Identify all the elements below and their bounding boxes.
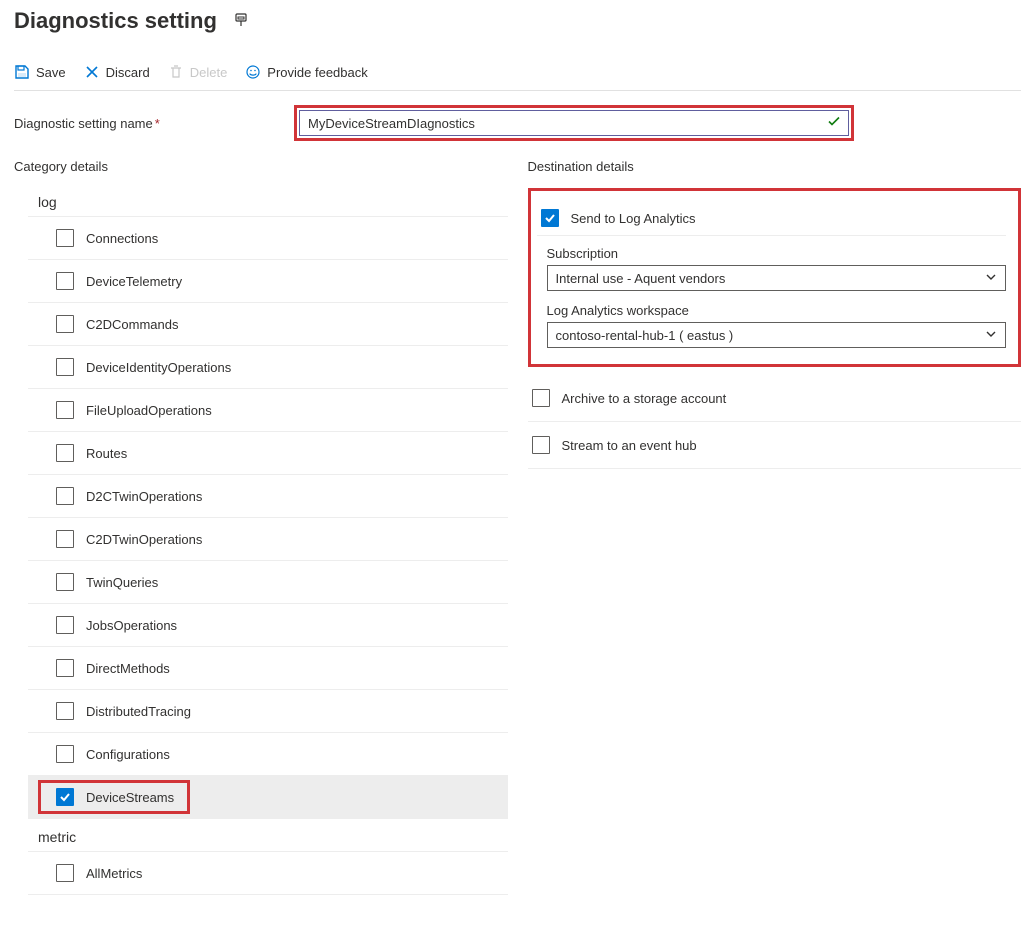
log-item-checkbox[interactable] bbox=[56, 530, 74, 548]
log-analytics-label: Send to Log Analytics bbox=[571, 211, 696, 226]
log-item-label: FileUploadOperations bbox=[86, 403, 212, 418]
log-item-row: Connections bbox=[28, 217, 508, 260]
log-item-checkbox[interactable] bbox=[56, 573, 74, 591]
log-item-row: Configurations bbox=[28, 733, 508, 776]
log-item-row: DistributedTracing bbox=[28, 690, 508, 733]
chevron-down-icon bbox=[985, 328, 997, 343]
log-analytics-highlight: Send to Log Analytics Subscription Inter… bbox=[528, 188, 1022, 367]
discard-label: Discard bbox=[106, 65, 150, 80]
save-label: Save bbox=[36, 65, 66, 80]
metric-group-header: metric bbox=[28, 823, 508, 852]
log-item-label: C2DCommands bbox=[86, 317, 178, 332]
log-item-checkbox[interactable] bbox=[56, 315, 74, 333]
log-item-row: DeviceStreams bbox=[28, 776, 508, 819]
metric-item-label: AllMetrics bbox=[86, 866, 142, 881]
log-item-checkbox[interactable] bbox=[56, 272, 74, 290]
log-item-label: D2CTwinOperations bbox=[86, 489, 202, 504]
log-item-label: JobsOperations bbox=[86, 618, 177, 633]
chevron-down-icon bbox=[985, 271, 997, 286]
log-item-row: TwinQueries bbox=[28, 561, 508, 604]
log-item-checkbox[interactable] bbox=[56, 401, 74, 419]
log-item-label: DistributedTracing bbox=[86, 704, 191, 719]
log-item-row: C2DTwinOperations bbox=[28, 518, 508, 561]
metric-item-checkbox[interactable] bbox=[56, 864, 74, 882]
log-item-checkbox[interactable] bbox=[56, 487, 74, 505]
log-item-label: Connections bbox=[86, 231, 158, 246]
eventhub-checkbox[interactable] bbox=[532, 436, 550, 454]
log-item-label: C2DTwinOperations bbox=[86, 532, 202, 547]
log-item-label: DeviceTelemetry bbox=[86, 274, 182, 289]
toolbar: Save Discard Delete Provide feedback bbox=[14, 58, 1021, 91]
log-item-row: C2DCommands bbox=[28, 303, 508, 346]
storage-checkbox[interactable] bbox=[532, 389, 550, 407]
log-item-checkbox[interactable] bbox=[56, 659, 74, 677]
delete-label: Delete bbox=[190, 65, 228, 80]
log-item-checkbox[interactable] bbox=[56, 229, 74, 247]
delete-button: Delete bbox=[168, 64, 228, 80]
save-button[interactable]: Save bbox=[14, 64, 66, 80]
required-asterisk: * bbox=[155, 116, 160, 131]
workspace-label: Log Analytics workspace bbox=[547, 303, 1007, 318]
setting-name-input[interactable] bbox=[299, 110, 849, 136]
subscription-select[interactable]: Internal use - Aquent vendors bbox=[547, 265, 1007, 291]
log-item-row: Routes bbox=[28, 432, 508, 475]
feedback-button[interactable]: Provide feedback bbox=[245, 64, 367, 80]
subscription-value: Internal use - Aquent vendors bbox=[556, 271, 726, 286]
log-item-row: DirectMethods bbox=[28, 647, 508, 690]
pin-icon[interactable] bbox=[233, 12, 249, 31]
category-details-title: Category details bbox=[14, 159, 508, 174]
log-item-checkbox[interactable] bbox=[56, 444, 74, 462]
log-item-label: Routes bbox=[86, 446, 127, 461]
log-item-label: Configurations bbox=[86, 747, 170, 762]
log-item-row: DeviceTelemetry bbox=[28, 260, 508, 303]
log-item-row: FileUploadOperations bbox=[28, 389, 508, 432]
discard-button[interactable]: Discard bbox=[84, 64, 150, 80]
setting-name-highlight bbox=[294, 105, 854, 141]
log-item-checkbox[interactable] bbox=[56, 745, 74, 763]
workspace-value: contoso-rental-hub-1 ( eastus ) bbox=[556, 328, 734, 343]
log-item-row: DeviceIdentityOperations bbox=[28, 346, 508, 389]
workspace-select[interactable]: contoso-rental-hub-1 ( eastus ) bbox=[547, 322, 1007, 348]
setting-name-label: Diagnostic setting name bbox=[14, 116, 153, 131]
subscription-label: Subscription bbox=[547, 246, 1007, 261]
eventhub-label: Stream to an event hub bbox=[562, 438, 697, 453]
storage-label: Archive to a storage account bbox=[562, 391, 727, 406]
log-item-checkbox[interactable] bbox=[56, 358, 74, 376]
log-item-checkbox[interactable] bbox=[56, 702, 74, 720]
log-item-row: JobsOperations bbox=[28, 604, 508, 647]
destination-details-title: Destination details bbox=[528, 159, 1022, 174]
log-item-label: DirectMethods bbox=[86, 661, 170, 676]
log-item-label: DeviceIdentityOperations bbox=[86, 360, 231, 375]
metric-item-row: AllMetrics bbox=[28, 852, 508, 895]
log-group-header: log bbox=[28, 188, 508, 217]
log-item-checkbox[interactable] bbox=[56, 788, 74, 806]
log-item-checkbox[interactable] bbox=[56, 616, 74, 634]
log-item-label: DeviceStreams bbox=[86, 790, 174, 805]
log-analytics-checkbox[interactable] bbox=[541, 209, 559, 227]
log-item-row: D2CTwinOperations bbox=[28, 475, 508, 518]
page-title: Diagnostics setting bbox=[14, 8, 217, 34]
validation-check-icon bbox=[827, 115, 841, 132]
feedback-label: Provide feedback bbox=[267, 65, 367, 80]
log-item-label: TwinQueries bbox=[86, 575, 158, 590]
